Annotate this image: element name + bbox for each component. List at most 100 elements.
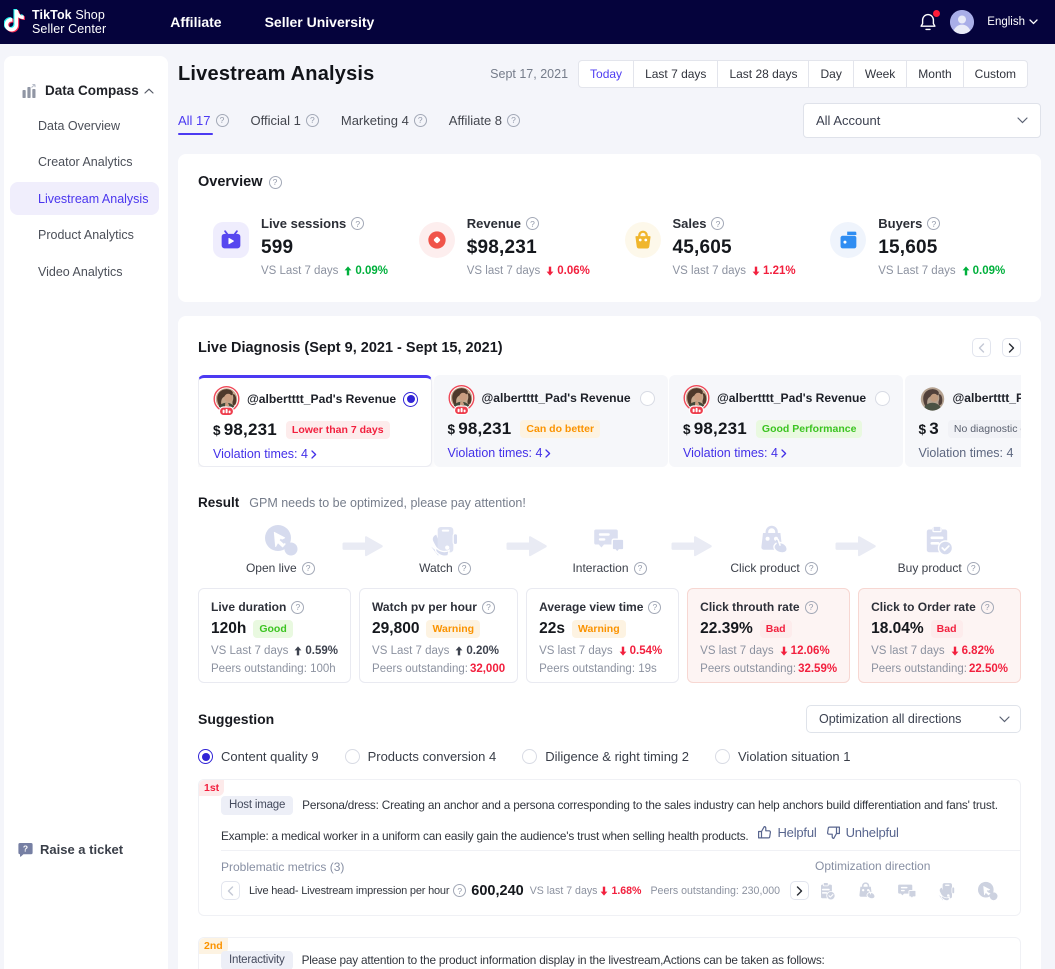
help-icon: ? [305, 113, 319, 127]
account-filter-select[interactable]: All Account [803, 102, 1041, 138]
tab-official[interactable]: Official 1? [251, 102, 319, 138]
violation-times-link[interactable]: Violation times: 4 [213, 447, 418, 461]
range-button-last-28-days[interactable]: Last 28 days [717, 61, 808, 87]
help-icon[interactable]: ? [453, 884, 467, 897]
sidebar-item-data-overview[interactable]: Data Overview [10, 109, 159, 142]
help-icon: ? [413, 113, 427, 127]
arrow-down-icon [951, 646, 958, 656]
metric-next-button[interactable] [790, 881, 810, 900]
tiktok-shop-logo[interactable]: TikTok Shop Seller Center [4, 8, 106, 36]
range-button-week[interactable]: Week [852, 61, 906, 87]
category-pill: Interactivity [221, 950, 293, 969]
diagnosis-radio[interactable] [875, 390, 890, 406]
violation-times-link[interactable]: Violation times: 4 [448, 446, 655, 460]
option-diligence-right-timing[interactable]: Diligence & right timing 2 [522, 749, 689, 764]
range-button-day[interactable]: Day [808, 61, 852, 87]
arrow-down-icon [619, 646, 627, 656]
help-icon[interactable]: ? [927, 217, 941, 230]
violation-times-link[interactable]: Violation times: 4 [683, 446, 890, 460]
rank-tag: 1st [199, 780, 225, 796]
option-content-quality[interactable]: Content quality 9 [198, 749, 319, 764]
suggestion-text: Persona/dress: Creating an anchor and a … [302, 798, 998, 812]
arrow-down-icon [601, 886, 608, 896]
help-icon[interactable]: ? [966, 561, 980, 575]
help-icon[interactable]: ? [804, 561, 818, 575]
live-diagnosis-section: Live Diagnosis (Sept 9, 2021 - Sept 15, … [178, 316, 1041, 969]
sidebar-item-product-analytics[interactable]: Product Analytics [10, 219, 159, 252]
status-badge: Good [253, 620, 293, 638]
diagnosis-next-button[interactable] [1002, 338, 1021, 357]
help-icon[interactable]: ? [268, 175, 282, 189]
funnel-step-click-product: Click product? [692, 522, 857, 579]
diagnosis-prev-button[interactable] [972, 338, 991, 357]
diagnosis-card-2[interactable]: @albertttt_Pad's Revenue $98,231 Can do … [433, 375, 668, 467]
interaction-icon [594, 529, 625, 554]
arrow-down-icon [752, 266, 760, 276]
diagnosis-card-3[interactable]: @albertttt_Pad's Revenue $98,231 Good Pe… [669, 375, 903, 467]
radio [344, 749, 360, 764]
help-icon[interactable]: ? [648, 600, 662, 614]
optimization-filter-select[interactable]: Optimization all directions [806, 705, 1021, 733]
option-products-conversion[interactable]: Products conversion 4 [344, 749, 496, 764]
user-avatar[interactable] [950, 10, 975, 34]
help-icon[interactable]: ? [301, 561, 315, 575]
account-tabs: All 17? Official 1? Marketing 4? Affilia… [178, 102, 1041, 138]
status-badge: Bad [759, 620, 792, 638]
unhelpful-button[interactable]: Unhelpful [826, 819, 899, 846]
revenue-amount: $98,231 [447, 419, 512, 438]
watch-icon [431, 527, 459, 557]
nav-link-seller-university[interactable]: Seller University [265, 14, 375, 30]
peers-outstanding: Peers outstanding: 230,000 [650, 884, 781, 897]
diagnosis-radio[interactable] [639, 390, 655, 406]
sales-icon [624, 222, 661, 258]
help-icon[interactable]: ? [711, 217, 725, 230]
range-button-custom[interactable]: Custom [962, 61, 1027, 87]
sidebar-item-livestream-analysis[interactable]: Livestream Analysis [10, 182, 159, 215]
sidebar-item-creator-analytics[interactable]: Creator Analytics [10, 146, 159, 179]
help-icon[interactable]: ? [457, 561, 471, 575]
range-button-month[interactable]: Month [906, 61, 962, 87]
revenue-amount: $3 [918, 419, 939, 438]
range-button-last-7-days[interactable]: Last 7 days [633, 61, 717, 87]
diagnosis-carousel: @albertttt_Pad's Revenue $98,231 Lower t… [198, 375, 1021, 467]
chevron-right-icon [545, 448, 551, 458]
diagnosis-radio-selected[interactable] [403, 391, 418, 407]
result-label: Result [198, 495, 240, 510]
tab-all[interactable]: All 17? [178, 102, 229, 138]
overview-metric-buyers: Buyers? 15,605 VS Last 7 days 0.09% [815, 216, 1021, 277]
problematic-metric-value: 600,240 [471, 882, 524, 899]
help-icon[interactable]: ? [525, 217, 539, 230]
revenue-icon [418, 222, 455, 258]
host-account-name: @albertttt_Pad's Revenue [717, 391, 867, 405]
helpful-button[interactable]: Helpful [757, 819, 817, 846]
metric-prev-button[interactable] [221, 881, 240, 900]
help-icon[interactable]: ? [291, 600, 305, 614]
sidebar-menu: Data Overview Creator Analytics Livestre… [4, 109, 168, 288]
sidebar-section-label: Data Compass [45, 83, 139, 98]
status-badge: Warning [572, 620, 626, 638]
main-content: Livestream Analysis Sept 17, 2021 Today … [168, 44, 1055, 969]
help-icon[interactable]: ? [481, 600, 495, 614]
option-violation-situation[interactable]: Violation situation 1 [715, 749, 851, 764]
range-button-today[interactable]: Today [579, 61, 633, 87]
raise-a-ticket-button[interactable]: ? Raise a ticket [18, 842, 123, 857]
diagnosis-card-4[interactable]: @albertttt_Pad's Revenue $3 No diagnosti… [904, 375, 1021, 467]
tab-marketing[interactable]: Marketing 4? [341, 102, 427, 138]
help-icon[interactable]: ? [980, 600, 994, 614]
open-live-icon [265, 525, 298, 556]
chevron-up-icon[interactable] [144, 88, 154, 94]
nav-link-affiliate[interactable]: Affiliate [170, 14, 221, 30]
help-icon[interactable]: ? [633, 561, 647, 575]
sidebar-item-video-analytics[interactable]: Video Analytics [10, 255, 159, 288]
help-icon[interactable]: ? [351, 217, 365, 230]
notifications-bell-icon[interactable] [919, 10, 941, 32]
arrow-up-icon [294, 646, 302, 656]
buyers-icon [830, 222, 867, 258]
language-selector[interactable]: English [987, 16, 1038, 28]
diagnosis-card-1[interactable]: @albertttt_Pad's Revenue $98,231 Lower t… [198, 375, 432, 467]
open-live-icon [978, 881, 998, 901]
help-icon[interactable]: ? [804, 600, 818, 614]
chevron-right-icon [781, 448, 787, 458]
tab-affiliate[interactable]: Affiliate 8? [449, 102, 521, 138]
sidebar-section-data-compass[interactable]: Data Compass [4, 56, 168, 98]
